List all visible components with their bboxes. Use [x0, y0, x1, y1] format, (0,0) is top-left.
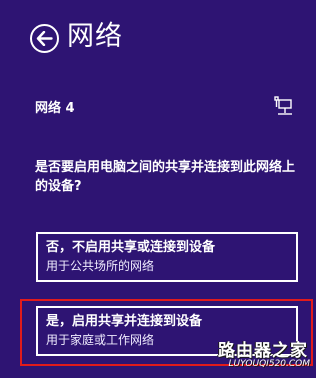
option-enable-sharing-button[interactable]: 是，启用共享并连接到设备 用于家庭或工作网络 [36, 306, 298, 356]
network-name: 网络 4 [35, 101, 75, 116]
option-disable-sharing-button[interactable]: 否，不启用共享或连接到设备 用于公共场所的网络 [36, 232, 298, 282]
back-button[interactable] [30, 24, 59, 53]
page-title: 网络 [67, 21, 123, 52]
back-arrow-icon [36, 31, 53, 46]
option-enable-sharing-description: 用于家庭或工作网络 [46, 333, 155, 347]
option-disable-sharing-description: 用于公共场所的网络 [46, 259, 155, 273]
ethernet-network-icon [274, 96, 292, 115]
network-sharing-panel: 网络 网络 4 是否要启用电脑之间的共享并连接到此网络上的设备? 否，不启用共享… [0, 0, 316, 378]
option-disable-sharing-title: 否，不启用共享或连接到设备 [46, 240, 216, 255]
watermark-url: LUYOUQI520.COM [228, 359, 310, 369]
sharing-question: 是否要启用电脑之间的共享并连接到此网络上的设备? [35, 160, 296, 194]
option-enable-sharing-title: 是，启用共享并连接到设备 [46, 314, 203, 329]
